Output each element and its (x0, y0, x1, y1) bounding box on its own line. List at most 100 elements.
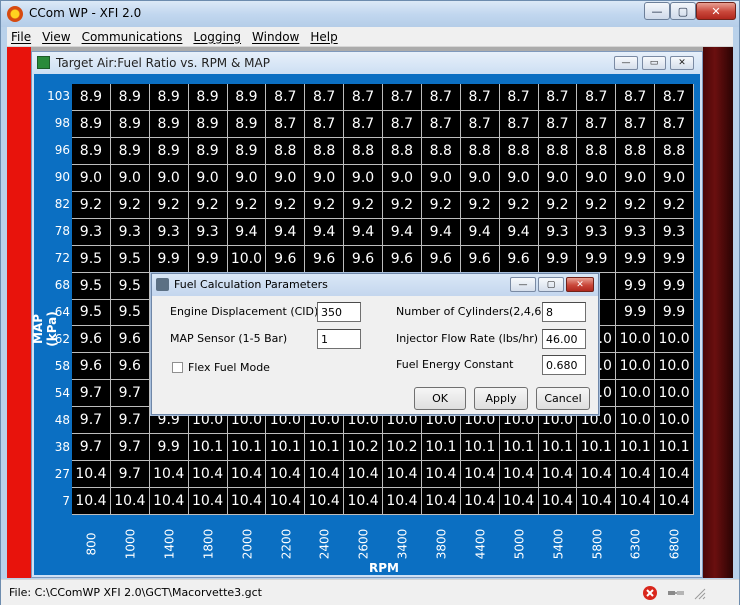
table-cell[interactable]: 9.0 (538, 164, 578, 192)
table-cell[interactable]: 10.0 (655, 326, 694, 354)
table-cell[interactable]: 10.4 (72, 461, 111, 489)
table-cell[interactable]: 9.6 (344, 245, 383, 273)
table-cell[interactable]: 10.4 (227, 488, 267, 515)
table-cell[interactable]: 8.7 (499, 84, 539, 111)
table-cell[interactable]: 8.7 (266, 84, 306, 111)
table-cell[interactable]: 9.9 (538, 245, 578, 273)
child-minimize-button[interactable]: — (614, 56, 638, 70)
dialog-titlebar[interactable]: Fuel Calculation Parameters — ▢ ✕ (152, 274, 598, 296)
table-cell[interactable]: 9.0 (72, 164, 111, 192)
table-cell[interactable]: 10.4 (344, 461, 383, 489)
table-cell[interactable]: 8.7 (577, 84, 617, 111)
table-cell[interactable]: 8.9 (188, 84, 228, 111)
table-cell[interactable]: 9.2 (188, 191, 228, 219)
table-cell[interactable]: 9.2 (110, 191, 150, 219)
menu-window[interactable]: Window (252, 30, 299, 44)
table-cell[interactable]: 10.4 (460, 488, 500, 515)
table-cell[interactable]: 9.2 (72, 191, 111, 219)
table-cell[interactable]: 10.1 (188, 434, 228, 462)
table-cell[interactable]: 10.4 (499, 461, 539, 489)
table-cell[interactable]: 10.4 (305, 461, 345, 489)
table-cell[interactable]: 10.4 (616, 461, 656, 489)
map-sensor-input[interactable] (317, 329, 361, 349)
table-cell[interactable]: 10.4 (655, 488, 694, 515)
table-cell[interactable]: 8.8 (460, 137, 500, 165)
table-cell[interactable]: 8.9 (110, 110, 150, 138)
table-cell[interactable]: 9.2 (460, 191, 500, 219)
table-cell[interactable]: 10.4 (72, 488, 111, 515)
table-cell[interactable]: 10.4 (344, 488, 383, 515)
table-cell[interactable]: 9.6 (110, 326, 150, 354)
table-cell[interactable]: 8.7 (460, 110, 500, 138)
table-cell[interactable]: 9.2 (538, 191, 578, 219)
table-cell[interactable]: 9.0 (305, 164, 345, 192)
table-cell[interactable]: 8.7 (421, 84, 461, 111)
table-cell[interactable]: 9.9 (655, 245, 694, 273)
table-cell[interactable]: 8.7 (421, 110, 461, 138)
dialog-minimize-button[interactable]: — (510, 277, 536, 292)
table-cell[interactable]: 9.6 (72, 353, 111, 381)
table-cell[interactable]: 8.9 (149, 137, 189, 165)
engine-displacement-input[interactable] (317, 302, 361, 322)
table-cell[interactable]: 8.7 (344, 110, 383, 138)
table-cell[interactable]: 9.6 (266, 245, 306, 273)
table-cell[interactable]: 9.4 (227, 218, 267, 246)
table-cell[interactable]: 10.1 (266, 434, 306, 462)
table-cell[interactable]: 10.4 (383, 461, 422, 489)
table-cell[interactable]: 9.4 (499, 218, 539, 246)
table-cell[interactable]: 8.7 (499, 110, 539, 138)
table-cell[interactable]: 9.4 (460, 218, 500, 246)
table-cell[interactable]: 8.9 (227, 110, 267, 138)
connection-icon[interactable] (667, 585, 684, 601)
table-cell[interactable]: 9.3 (616, 218, 656, 246)
table-cell[interactable]: 9.9 (149, 245, 189, 273)
table-cell[interactable]: 8.9 (188, 110, 228, 138)
table-cell[interactable]: 9.9 (577, 245, 617, 273)
table-cell[interactable]: 9.5 (110, 245, 150, 273)
table-cell[interactable]: 9.6 (499, 245, 539, 273)
table-cell[interactable]: 8.7 (344, 84, 383, 111)
table-cell[interactable]: 9.0 (188, 164, 228, 192)
menu-logging[interactable]: Logging (193, 30, 241, 44)
table-cell[interactable]: 9.5 (72, 299, 111, 327)
table-cell[interactable]: 9.3 (72, 218, 111, 246)
table-cell[interactable]: 10.0 (655, 407, 694, 435)
table-cell[interactable]: 10.4 (110, 488, 150, 515)
table-cell[interactable]: 10.0 (655, 353, 694, 381)
table-cell[interactable]: 8.8 (616, 137, 656, 165)
table-cell[interactable]: 9.3 (110, 218, 150, 246)
table-cell[interactable]: 9.2 (149, 191, 189, 219)
table-cell[interactable]: 10.1 (577, 434, 617, 462)
table-cell[interactable]: 10.4 (227, 461, 267, 489)
table-cell[interactable]: 10.4 (499, 488, 539, 515)
child-restore-button[interactable]: ▭ (642, 56, 666, 70)
table-cell[interactable]: 10.1 (616, 434, 656, 462)
table-cell[interactable]: 9.3 (538, 218, 578, 246)
error-icon[interactable] (642, 585, 658, 601)
table-cell[interactable]: 9.0 (266, 164, 306, 192)
cylinders-input[interactable] (542, 302, 586, 322)
table-cell[interactable]: 8.7 (655, 84, 694, 111)
cancel-button[interactable]: Cancel (536, 387, 590, 410)
table-cell[interactable]: 8.8 (538, 137, 578, 165)
table-cell[interactable]: 9.3 (577, 218, 617, 246)
table-cell[interactable]: 9.9 (188, 245, 228, 273)
table-cell[interactable]: 9.3 (188, 218, 228, 246)
table-cell[interactable]: 8.8 (344, 137, 383, 165)
table-cell[interactable]: 8.7 (383, 110, 422, 138)
table-cell[interactable]: 8.8 (383, 137, 422, 165)
table-cell[interactable]: 9.3 (149, 218, 189, 246)
table-cell[interactable]: 9.2 (655, 191, 694, 219)
table-cell[interactable]: 10.1 (421, 434, 461, 462)
table-cell[interactable]: 9.3 (655, 218, 694, 246)
table-cell[interactable]: 9.7 (110, 380, 150, 408)
table-cell[interactable]: 8.8 (577, 137, 617, 165)
table-cell[interactable]: 8.7 (616, 84, 656, 111)
table-cell[interactable]: 10.4 (149, 461, 189, 489)
table-cell[interactable]: 10.1 (499, 434, 539, 462)
title-bar[interactable]: CCom WP - XFI 2.0 — ▢ ✕ (1, 1, 739, 27)
table-window-titlebar[interactable]: Target Air:Fuel Ratio vs. RPM & MAP — ▭ … (32, 52, 702, 74)
table-cell[interactable]: 9.0 (499, 164, 539, 192)
table-cell[interactable]: 9.9 (655, 272, 694, 300)
table-cell[interactable]: 8.9 (110, 137, 150, 165)
